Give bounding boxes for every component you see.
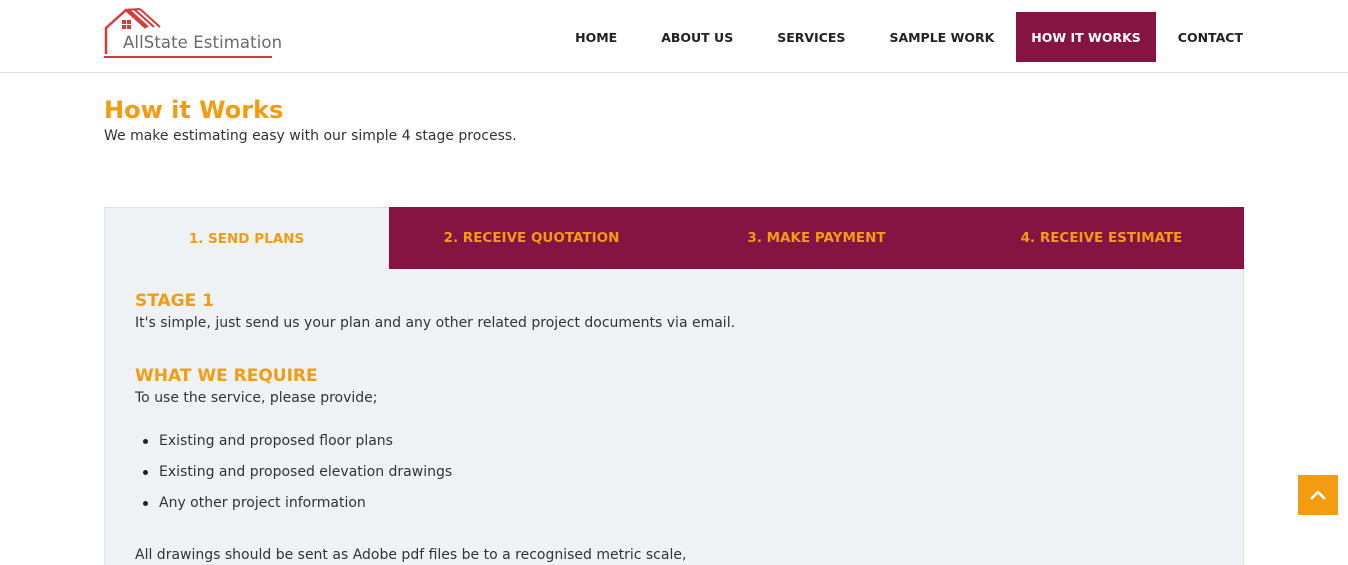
nav-item-home[interactable]: HOME xyxy=(553,12,639,62)
tab-panel: STAGE 1 It's simple, just send us your p… xyxy=(104,269,1244,565)
logo-text: AllState Estimation xyxy=(123,33,283,52)
stage-heading: STAGE 1 xyxy=(135,291,214,311)
list-item: Existing and proposed elevation drawings xyxy=(135,460,452,491)
require-text: To use the service, please provide; xyxy=(135,390,378,406)
drawings-note: All drawings should be sent as Adobe pdf… xyxy=(135,547,687,563)
nav-item-about-us[interactable]: ABOUT US xyxy=(639,12,755,62)
nav-item-sample-work[interactable]: SAMPLE WORK xyxy=(867,12,1016,62)
process-tabs: 1. SEND PLANS 2. RECEIVE QUOTATION 3. MA… xyxy=(104,207,1244,269)
list-item: Existing and proposed floor plans xyxy=(135,429,452,460)
logo[interactable]: AllState Estimation xyxy=(104,8,319,60)
require-list: Existing and proposed floor plans Existi… xyxy=(135,429,452,522)
nav-item-contact[interactable]: CONTACT xyxy=(1156,12,1258,62)
back-to-top-button[interactable] xyxy=(1298,475,1338,515)
main-nav: HOME ABOUT US SERVICES SAMPLE WORK HOW I… xyxy=(553,12,1258,62)
logo-underline xyxy=(104,56,272,58)
tab-receive-quotation[interactable]: 2. RECEIVE QUOTATION xyxy=(389,207,674,269)
nav-item-services[interactable]: SERVICES xyxy=(755,12,867,62)
stage-text: It's simple, just send us your plan and … xyxy=(135,315,736,331)
page-subtitle: We make estimating easy with our simple … xyxy=(104,128,517,144)
site-header: AllState Estimation HOME ABOUT US SERVIC… xyxy=(0,0,1348,73)
tab-send-plans[interactable]: 1. SEND PLANS xyxy=(104,207,389,269)
chevron-up-icon xyxy=(1310,490,1326,500)
nav-item-how-it-works[interactable]: HOW IT WORKS xyxy=(1016,12,1156,62)
page-title: How it Works xyxy=(104,96,284,124)
tab-receive-estimate[interactable]: 4. RECEIVE ESTIMATE xyxy=(959,207,1244,269)
require-heading: WHAT WE REQUIRE xyxy=(135,366,318,386)
tab-make-payment[interactable]: 3. MAKE PAYMENT xyxy=(674,207,959,269)
list-item: Any other project information xyxy=(135,491,452,522)
